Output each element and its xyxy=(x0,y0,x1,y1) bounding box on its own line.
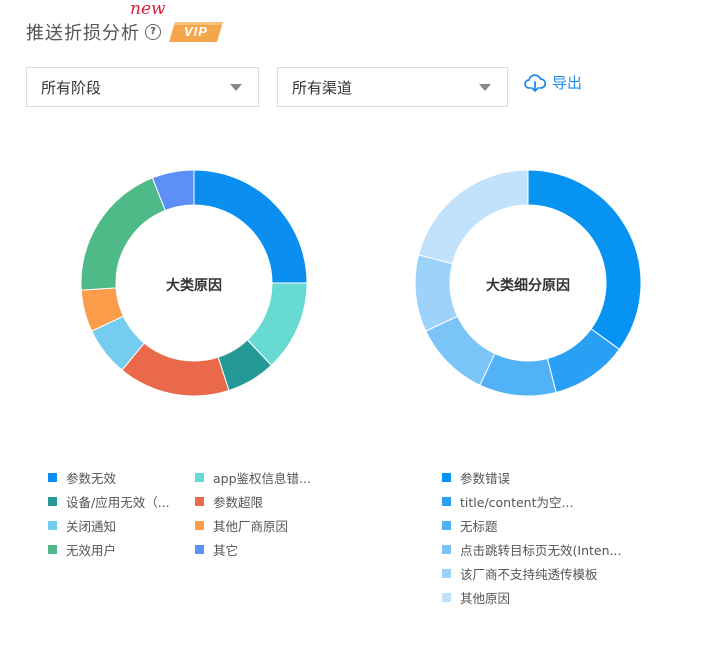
legend-item[interactable]: 参数超限 xyxy=(195,492,263,510)
legend-label: 其他原因 xyxy=(460,590,511,606)
legend-item[interactable]: 设备/应用无效（... xyxy=(48,492,170,510)
legend-label: 其他厂商原因 xyxy=(213,518,289,534)
legend-label: 参数无效 xyxy=(66,470,117,486)
cloud-download-icon xyxy=(524,73,546,92)
legend-swatch xyxy=(195,520,204,530)
channel-select-value: 所有渠道 xyxy=(292,78,353,97)
chart-center-label: 大类原因 xyxy=(166,278,222,294)
legend-item[interactable]: 该厂商不支持纯透传模板 xyxy=(442,564,598,582)
legend-swatch xyxy=(195,544,204,554)
legend-label: 无效用户 xyxy=(66,542,117,558)
legend-label: 其它 xyxy=(213,542,239,558)
legend-swatch xyxy=(442,520,451,530)
legend-swatch xyxy=(442,592,451,602)
legend-swatch xyxy=(195,472,204,482)
legend-item[interactable]: 无标题 xyxy=(442,516,498,534)
legend-label: 无标题 xyxy=(460,518,498,534)
legend-item[interactable]: 其他原因 xyxy=(442,588,510,606)
legend-item[interactable]: 无效用户 xyxy=(48,540,116,558)
donut-chart-category: 大类原因 xyxy=(74,165,314,405)
legend-label: 关闭通知 xyxy=(66,518,117,534)
legend-label: 参数错误 xyxy=(460,470,511,486)
legend-item[interactable]: 点击跳转目标页无效(Inten... xyxy=(442,540,621,558)
legend-item[interactable]: 关闭通知 xyxy=(48,516,116,534)
caret-down-icon xyxy=(479,84,491,91)
stage-select[interactable]: 所有阶段 xyxy=(26,67,259,107)
legend-swatch xyxy=(195,496,204,506)
new-tag: new xyxy=(130,0,166,19)
legend-item[interactable]: 其它 xyxy=(195,540,238,558)
legend-item[interactable]: 参数错误 xyxy=(442,468,510,486)
caret-down-icon xyxy=(230,84,242,91)
legend-swatch xyxy=(442,568,451,578)
legend-swatch xyxy=(442,544,451,554)
legend-swatch xyxy=(48,520,57,530)
export-button[interactable]: 导出 xyxy=(524,72,582,93)
legend-item[interactable]: 参数无效 xyxy=(48,468,116,486)
legend-item[interactable]: 其他厂商原因 xyxy=(195,516,288,534)
legend-swatch xyxy=(48,544,57,554)
vip-label: VIP xyxy=(184,24,208,39)
page-header: 推送折损分析 ? VIP xyxy=(26,18,225,46)
legend-label: 设备/应用无效（... xyxy=(66,494,170,510)
legend-label: app鉴权信息错... xyxy=(213,470,311,486)
legend-label: 该厂商不支持纯透传模板 xyxy=(460,566,598,582)
vip-badge: VIP xyxy=(167,19,225,45)
stage-select-value: 所有阶段 xyxy=(41,78,102,97)
legend-swatch xyxy=(442,496,451,506)
chart-center-label: 大类细分原因 xyxy=(486,278,570,294)
legend-swatch xyxy=(48,472,57,482)
question-circle-icon[interactable]: ? xyxy=(145,24,161,40)
legend-label: title/content为空... xyxy=(460,494,574,510)
legend-label: 点击跳转目标页无效(Inten... xyxy=(460,542,622,558)
export-label: 导出 xyxy=(552,74,583,92)
legend-item[interactable]: title/content为空... xyxy=(442,492,573,510)
page-title: 推送折损分析 xyxy=(26,23,140,44)
legend-label: 参数超限 xyxy=(213,494,264,510)
legend-swatch xyxy=(48,496,57,506)
legend-item[interactable]: app鉴权信息错... xyxy=(195,468,311,486)
channel-select[interactable]: 所有渠道 xyxy=(277,67,508,107)
donut-chart-subcategory: 大类细分原因 xyxy=(408,165,648,405)
legend-swatch xyxy=(442,472,451,482)
